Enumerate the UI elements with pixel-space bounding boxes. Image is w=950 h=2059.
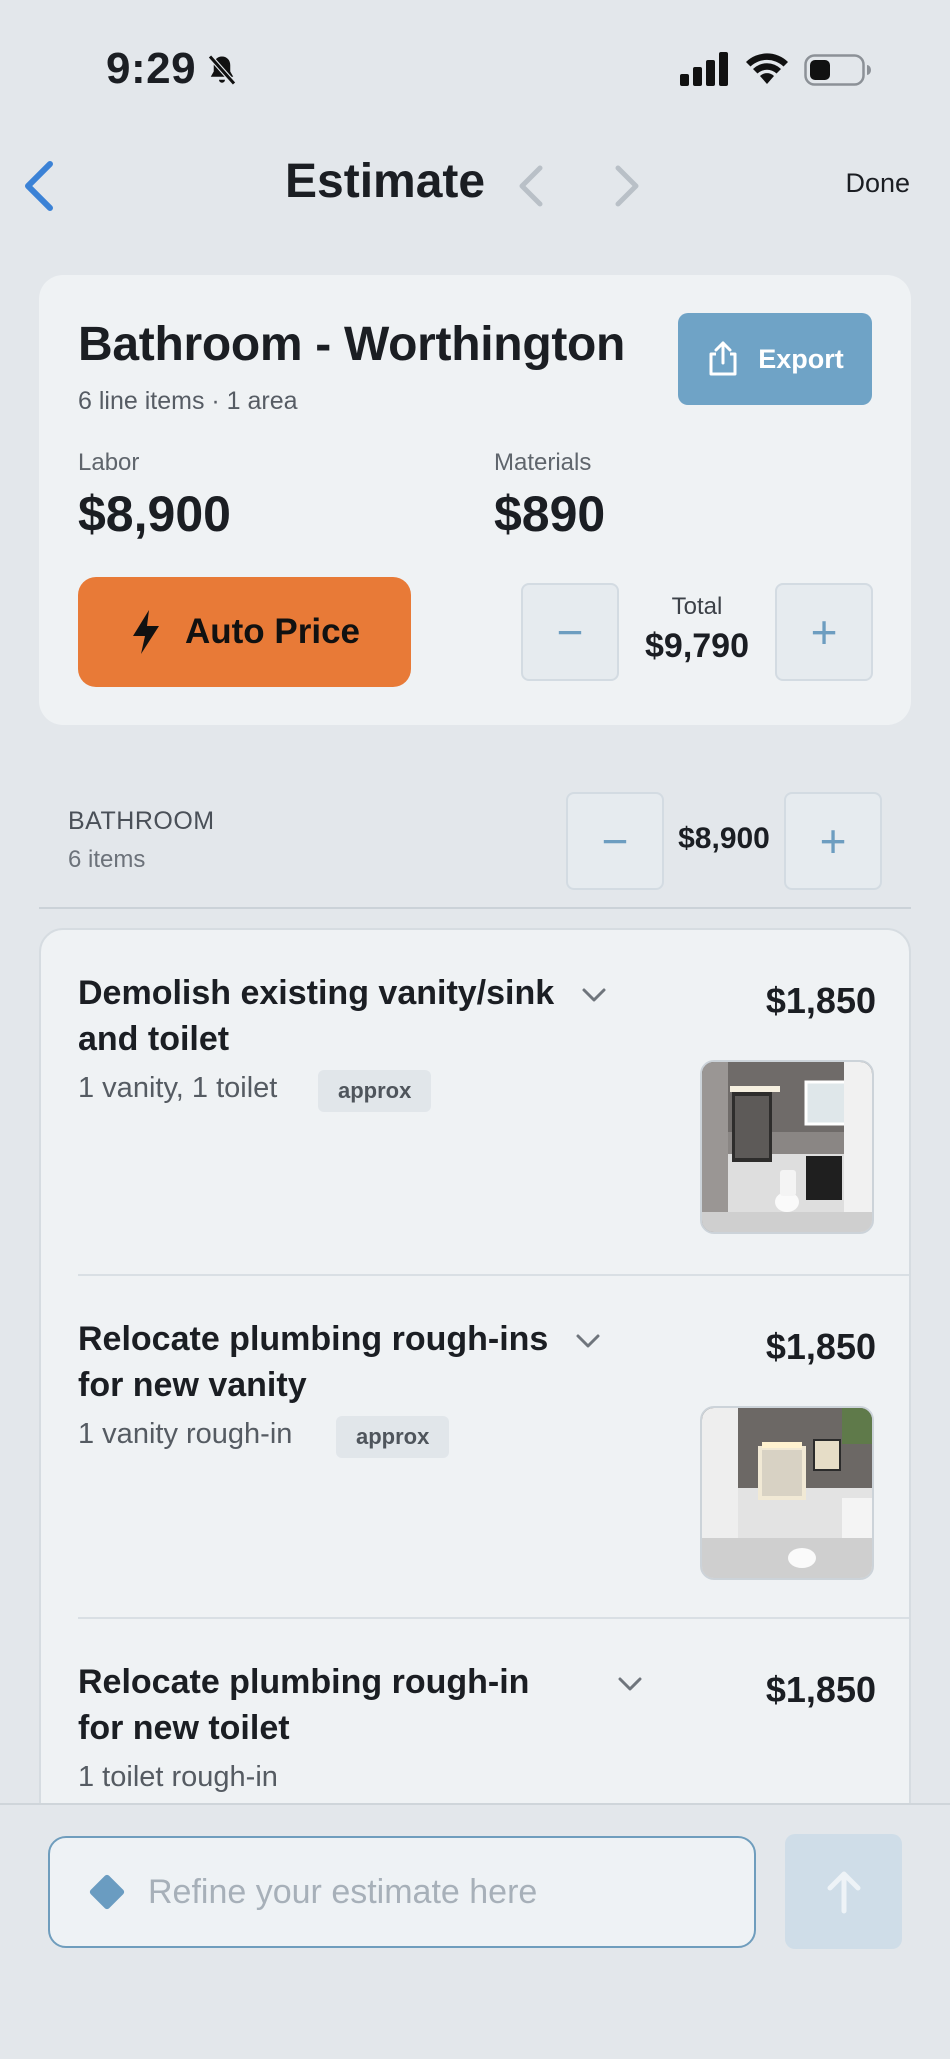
bathroom-photo-thumbnail[interactable] — [700, 1060, 874, 1234]
labor-label: Labor — [78, 449, 140, 476]
refine-input-container[interactable] — [48, 1836, 756, 1948]
item-price: $1,850 — [765, 1669, 876, 1710]
diamond-icon — [88, 1873, 126, 1911]
total-decrease-button[interactable]: − — [521, 583, 619, 681]
section-decrease-button[interactable]: − — [566, 792, 664, 890]
page-title: Estimate — [285, 155, 486, 208]
bathroom-photo-thumbnail[interactable] — [700, 1406, 874, 1580]
bathroom-photo — [702, 1408, 872, 1578]
navigation-bar: Estimate Done — [0, 140, 950, 230]
total-label: Total — [671, 593, 723, 620]
item-title: Relocate plumbing rough-in for new toile… — [78, 1663, 530, 1747]
section-total: $8,900 — [678, 822, 770, 855]
composer-bar — [0, 1803, 950, 2059]
plus-icon: + — [810, 606, 838, 658]
cellular-signal-icon — [680, 52, 728, 86]
item-detail: 1 vanity rough-in — [78, 1418, 293, 1450]
previous-chevron-icon[interactable] — [512, 160, 552, 212]
item-title: Demolish existing vanity/sink and toilet — [78, 974, 555, 1058]
approx-badge: approx — [318, 1070, 432, 1112]
bell-muted-icon — [208, 54, 236, 86]
section-name: BATHROOM — [68, 807, 215, 835]
project-title: Bathroom - Worthington — [78, 318, 626, 371]
refine-estimate-input[interactable] — [148, 1872, 708, 1912]
arrow-up-icon — [827, 1871, 860, 1913]
battery-icon — [804, 54, 871, 86]
minus-icon: − — [601, 815, 629, 867]
export-label: Export — [758, 343, 844, 374]
chevron-down-icon[interactable] — [581, 987, 607, 1003]
bathroom-photo — [702, 1062, 872, 1232]
materials-value: $890 — [494, 486, 606, 542]
item-title: Relocate plumbing rough-ins for new vani… — [78, 1320, 549, 1404]
chevron-down-icon[interactable] — [575, 1333, 601, 1349]
item-detail: 1 vanity, 1 toilet — [78, 1072, 278, 1104]
status-bar: 9:29 — [0, 0, 950, 140]
minus-icon: − — [556, 606, 584, 658]
estimate-summary-card: Bathroom - Worthington 6 line items · 1 … — [39, 275, 911, 725]
auto-price-button[interactable]: Auto Price — [78, 577, 411, 687]
item-price: $1,850 — [765, 1326, 876, 1367]
list-item[interactable]: Demolish existing vanity/sink and toilet… — [41, 930, 909, 1278]
done-button[interactable]: Done — [845, 168, 910, 199]
total-value: $9,790 — [645, 627, 749, 665]
project-subtitle: 6 line items · 1 area — [78, 387, 298, 415]
lightning-bolt-icon — [132, 610, 159, 654]
total-increase-button[interactable]: + — [775, 583, 873, 681]
materials-label: Materials — [494, 449, 592, 476]
section-divider — [39, 907, 911, 909]
section-increase-button[interactable]: + — [784, 792, 882, 890]
item-price: $1,850 — [765, 980, 876, 1021]
send-button[interactable] — [785, 1834, 902, 1949]
chevron-down-icon[interactable] — [617, 1676, 643, 1692]
list-item[interactable]: Relocate plumbing rough-ins for new vani… — [41, 1276, 909, 1621]
labor-value: $8,900 — [78, 486, 231, 542]
section-item-count: 6 items — [68, 846, 146, 873]
next-chevron-icon[interactable] — [606, 160, 646, 212]
plus-icon: + — [819, 815, 847, 867]
wifi-icon — [746, 53, 788, 84]
status-time: 9:29 — [106, 44, 197, 93]
approx-badge: approx — [336, 1416, 450, 1458]
export-button[interactable]: Export — [678, 313, 872, 405]
share-icon — [709, 341, 737, 376]
auto-price-label: Auto Price — [184, 612, 361, 651]
back-chevron-icon[interactable] — [18, 158, 62, 214]
item-detail: 1 toilet rough-in — [78, 1761, 278, 1793]
